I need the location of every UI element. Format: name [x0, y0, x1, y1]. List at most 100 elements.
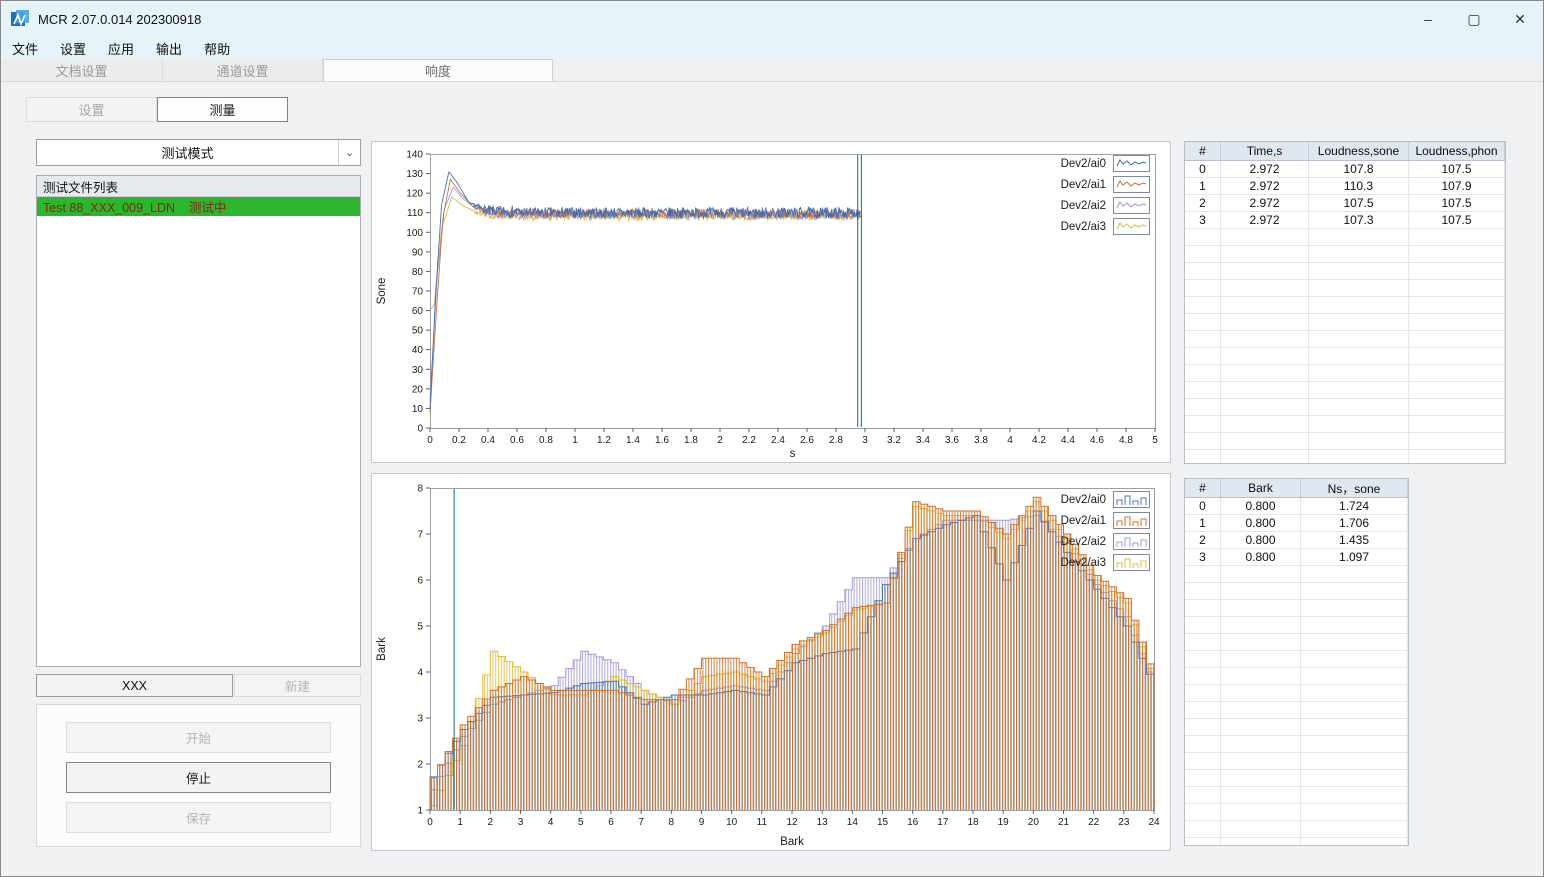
- list-item[interactable]: Test 88_XXX_009_LDN 测试中: [37, 197, 360, 216]
- table-row[interactable]: [1185, 719, 1408, 736]
- table-row[interactable]: [1185, 365, 1505, 382]
- table-row[interactable]: [1185, 685, 1408, 702]
- table-cell: [1221, 719, 1301, 735]
- table-row[interactable]: 0 2.972 107.8 107.5: [1185, 161, 1505, 178]
- table-cell: [1185, 229, 1221, 245]
- svg-text:3: 3: [417, 714, 423, 725]
- svg-text:15: 15: [877, 817, 889, 828]
- table-cell: [1185, 736, 1221, 752]
- chevron-down-icon[interactable]: ⌄: [338, 140, 360, 165]
- svg-text:6: 6: [608, 817, 614, 828]
- table-cell: [1185, 314, 1221, 330]
- histogram-sample-icon: [1113, 512, 1150, 529]
- menu-item-4[interactable]: 帮助: [193, 37, 241, 59]
- svg-text:16: 16: [907, 817, 919, 828]
- table-cell: [1409, 365, 1505, 381]
- minimize-button[interactable]: –: [1405, 1, 1451, 37]
- legend-label: Dev2/ai0: [1060, 157, 1106, 170]
- table-row[interactable]: [1185, 382, 1505, 399]
- legend-label: Dev2/ai1: [1060, 514, 1106, 527]
- svg-text:s: s: [790, 448, 796, 460]
- table-row[interactable]: [1185, 331, 1505, 348]
- table-row[interactable]: 2 0.800 1.435: [1185, 532, 1408, 549]
- svg-text:14: 14: [847, 817, 859, 828]
- legend-label: Dev2/ai2: [1060, 199, 1106, 212]
- menu-item-2[interactable]: 应用: [97, 37, 145, 59]
- tab-strip: 文档设置 通道设置 响度: [1, 59, 1543, 82]
- loudness-time-chart[interactable]: 0 0.2 0.4 0.6 0.8 1 1.2 1.4 1.6 1.8 2 2.2 2.4 2.6 2.8 3…: [372, 142, 1170, 467]
- legend-entry-Dev2-ai2: Dev2/ai2: [1061, 195, 1150, 216]
- column-header: Time,s: [1221, 142, 1309, 160]
- svg-text:21: 21: [1058, 817, 1070, 828]
- svg-text:0.2: 0.2: [452, 435, 466, 446]
- table-row[interactable]: [1185, 314, 1505, 331]
- table-row[interactable]: [1185, 753, 1408, 770]
- table-cell: [1409, 416, 1505, 432]
- svg-text:0.8: 0.8: [539, 435, 553, 446]
- table-row[interactable]: [1185, 583, 1408, 600]
- table-row[interactable]: [1185, 634, 1408, 651]
- svg-text:2.6: 2.6: [800, 435, 814, 446]
- table-cell: [1309, 382, 1409, 398]
- table-cell: [1409, 263, 1505, 279]
- table-row[interactable]: [1185, 450, 1505, 463]
- table-row[interactable]: 1 0.800 1.706: [1185, 515, 1408, 532]
- table-row[interactable]: [1185, 433, 1505, 450]
- subtab-measure[interactable]: 测量: [157, 97, 288, 122]
- table-row[interactable]: [1185, 617, 1408, 634]
- table-cell: [1309, 246, 1409, 262]
- table-cell: 107.8: [1309, 161, 1409, 177]
- xxx-button[interactable]: XXX: [36, 674, 233, 697]
- table-row[interactable]: [1185, 821, 1408, 838]
- table-cell: [1301, 617, 1408, 633]
- table-row[interactable]: [1185, 770, 1408, 787]
- close-button[interactable]: ✕: [1497, 1, 1543, 37]
- specific-loudness-chart[interactable]: 0 1 2 3 4 5 6 7 8 9 10 11 12 13 14 15 16 17 18 19 20 21 22 23 24…: [372, 474, 1170, 855]
- menu-item-0[interactable]: 文件: [1, 37, 49, 59]
- menu-item-3[interactable]: 输出: [145, 37, 193, 59]
- table-cell: [1185, 280, 1221, 296]
- table-row[interactable]: [1185, 600, 1408, 617]
- table-row[interactable]: [1185, 229, 1505, 246]
- table-row[interactable]: [1185, 297, 1505, 314]
- maximize-button[interactable]: ▢: [1451, 1, 1497, 37]
- table-row[interactable]: [1185, 280, 1505, 297]
- stop-button[interactable]: 停止: [66, 762, 331, 793]
- tab-2[interactable]: 响度: [323, 59, 553, 81]
- column-header: #: [1185, 142, 1221, 160]
- table-cell: 107.5: [1409, 212, 1505, 228]
- table-row[interactable]: [1185, 566, 1408, 583]
- table-row[interactable]: [1185, 263, 1505, 280]
- table-cell: [1301, 736, 1408, 752]
- table-row[interactable]: 2 2.972 107.5 107.5: [1185, 195, 1505, 212]
- table-row[interactable]: [1185, 348, 1505, 365]
- table-row[interactable]: 3 2.972 107.3 107.5: [1185, 212, 1505, 229]
- table-row[interactable]: [1185, 838, 1408, 845]
- table-row[interactable]: [1185, 668, 1408, 685]
- table-cell: 2: [1185, 532, 1221, 548]
- test-mode-value: 测试模式: [161, 146, 214, 161]
- table-cell: [1185, 753, 1221, 769]
- table-cell: [1301, 583, 1408, 599]
- table-row[interactable]: [1185, 246, 1505, 263]
- menu-item-1[interactable]: 设置: [49, 37, 97, 59]
- specific-loudness-chart-panel: 0 1 2 3 4 5 6 7 8 9 10 11 12 13 14 15 16 17 18 19 20 21 22 23 24…: [371, 473, 1171, 851]
- table-row[interactable]: [1185, 399, 1505, 416]
- svg-text:12: 12: [786, 817, 798, 828]
- table-cell: [1309, 297, 1409, 313]
- tab-0[interactable]: 文档设置: [1, 59, 163, 81]
- table-row[interactable]: [1185, 804, 1408, 821]
- table-row[interactable]: 3 0.800 1.097: [1185, 549, 1408, 566]
- test-mode-select[interactable]: 测试模式 ⌄: [36, 139, 361, 166]
- table-row[interactable]: 1 2.972 110.3 107.9: [1185, 178, 1505, 195]
- table-row[interactable]: [1185, 416, 1505, 433]
- table-row[interactable]: [1185, 651, 1408, 668]
- table-row[interactable]: [1185, 702, 1408, 719]
- svg-text:1.4: 1.4: [626, 435, 640, 446]
- table-row[interactable]: 0 0.800 1.724: [1185, 498, 1408, 515]
- table-cell: [1301, 634, 1408, 650]
- tab-1[interactable]: 通道设置: [163, 59, 323, 81]
- table-row[interactable]: [1185, 787, 1408, 804]
- table-row[interactable]: [1185, 736, 1408, 753]
- table-cell: 107.5: [1409, 195, 1505, 211]
